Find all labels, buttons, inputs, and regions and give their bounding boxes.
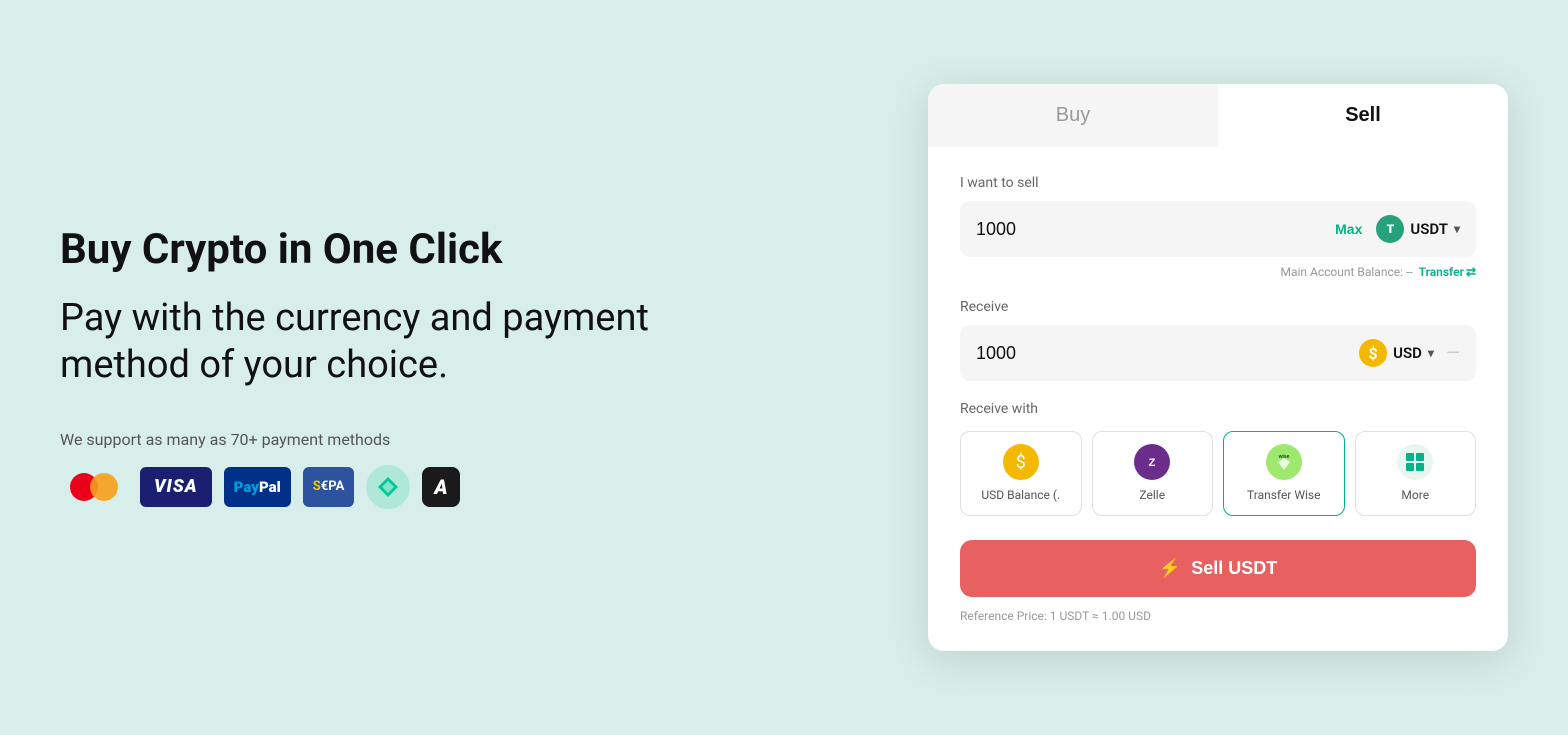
pm-zelle[interactable]: Z Zelle: [1092, 431, 1214, 515]
tab-sell[interactable]: Sell: [1218, 84, 1508, 147]
card-body: I want to sell Max T USDT ▾ Main Account…: [928, 147, 1508, 650]
paypal-icon: PayPal: [224, 467, 291, 507]
payment-icons-row: VISA PayPal S€PA A: [60, 465, 680, 509]
left-section: Buy Crypto in One Click Pay with the cur…: [60, 226, 680, 508]
trade-card: Buy Sell I want to sell Max T USDT ▾ Mai…: [928, 84, 1508, 650]
receive-label: Receive: [960, 299, 1476, 315]
sell-button[interactable]: ⚡ Sell USDT: [960, 540, 1476, 597]
tab-bar: Buy Sell: [928, 84, 1508, 147]
pm-more[interactable]: More: [1355, 431, 1477, 515]
transfer-link[interactable]: Transfer ⇄: [1419, 265, 1476, 279]
reference-price: Reference Price: 1 USDT ≈ 1.00 USD: [960, 609, 1476, 623]
svg-text:Z: Z: [1149, 457, 1156, 469]
pm-wise-icon: wise: [1266, 444, 1302, 480]
visa-icon: VISA: [140, 467, 212, 507]
receive-amount-input[interactable]: [976, 343, 1351, 364]
receive-currency-label: USD: [1393, 344, 1422, 362]
pm-transferwise[interactable]: wise Transfer Wise: [1223, 431, 1345, 515]
sell-amount-input[interactable]: [976, 219, 1321, 240]
pm-usd-label: USD Balance (.: [981, 488, 1060, 502]
main-heading: Buy Crypto in One Click: [60, 226, 680, 274]
usdt-icon: T: [1376, 215, 1404, 243]
pm-zelle-icon: Z: [1134, 444, 1170, 480]
balance-label: Main Account Balance: --: [1280, 265, 1412, 279]
sepa-icon: S€PA: [303, 467, 355, 507]
receive-input-row: $ USD ▾ —: [960, 325, 1476, 381]
pm-usd-icon: $: [1003, 444, 1039, 480]
pm-wise-label: Transfer Wise: [1247, 488, 1320, 502]
receive-currency-chevron: ▾: [1428, 346, 1434, 360]
sell-input-row: Max T USDT ▾: [960, 201, 1476, 257]
sell-button-label: Sell USDT: [1191, 558, 1277, 579]
paxful-icon: [366, 465, 410, 509]
max-button[interactable]: Max: [1329, 219, 1368, 239]
lightning-icon: ⚡: [1159, 558, 1181, 579]
mastercard-icon: [60, 467, 128, 507]
pm-usd-balance[interactable]: $ USD Balance (.: [960, 431, 1082, 515]
mc-right-circle: [90, 473, 118, 501]
receive-with-label: Receive with: [960, 401, 1476, 417]
tab-buy[interactable]: Buy: [928, 84, 1218, 147]
sell-currency-chevron: ▾: [1454, 222, 1460, 236]
arb-icon: A: [422, 467, 459, 507]
sell-label: I want to sell: [960, 175, 1476, 191]
payment-methods-row: $ USD Balance (. Z Zelle wise: [960, 431, 1476, 515]
payment-support-label: We support as many as 70+ payment method…: [60, 430, 680, 449]
sell-currency-label: USDT: [1410, 220, 1448, 238]
receive-dash: —: [1446, 343, 1460, 364]
pm-zelle-label: Zelle: [1139, 488, 1165, 502]
balance-row: Main Account Balance: -- Transfer ⇄: [960, 265, 1476, 279]
pm-more-icon: [1397, 444, 1433, 480]
receive-currency-select[interactable]: $ USD ▾: [1359, 339, 1434, 367]
pm-more-label: More: [1401, 488, 1429, 502]
sell-currency-select[interactable]: T USDT ▾: [1376, 215, 1460, 243]
usd-icon: $: [1359, 339, 1387, 367]
sub-heading: Pay with the currency and payment method…: [60, 295, 680, 390]
